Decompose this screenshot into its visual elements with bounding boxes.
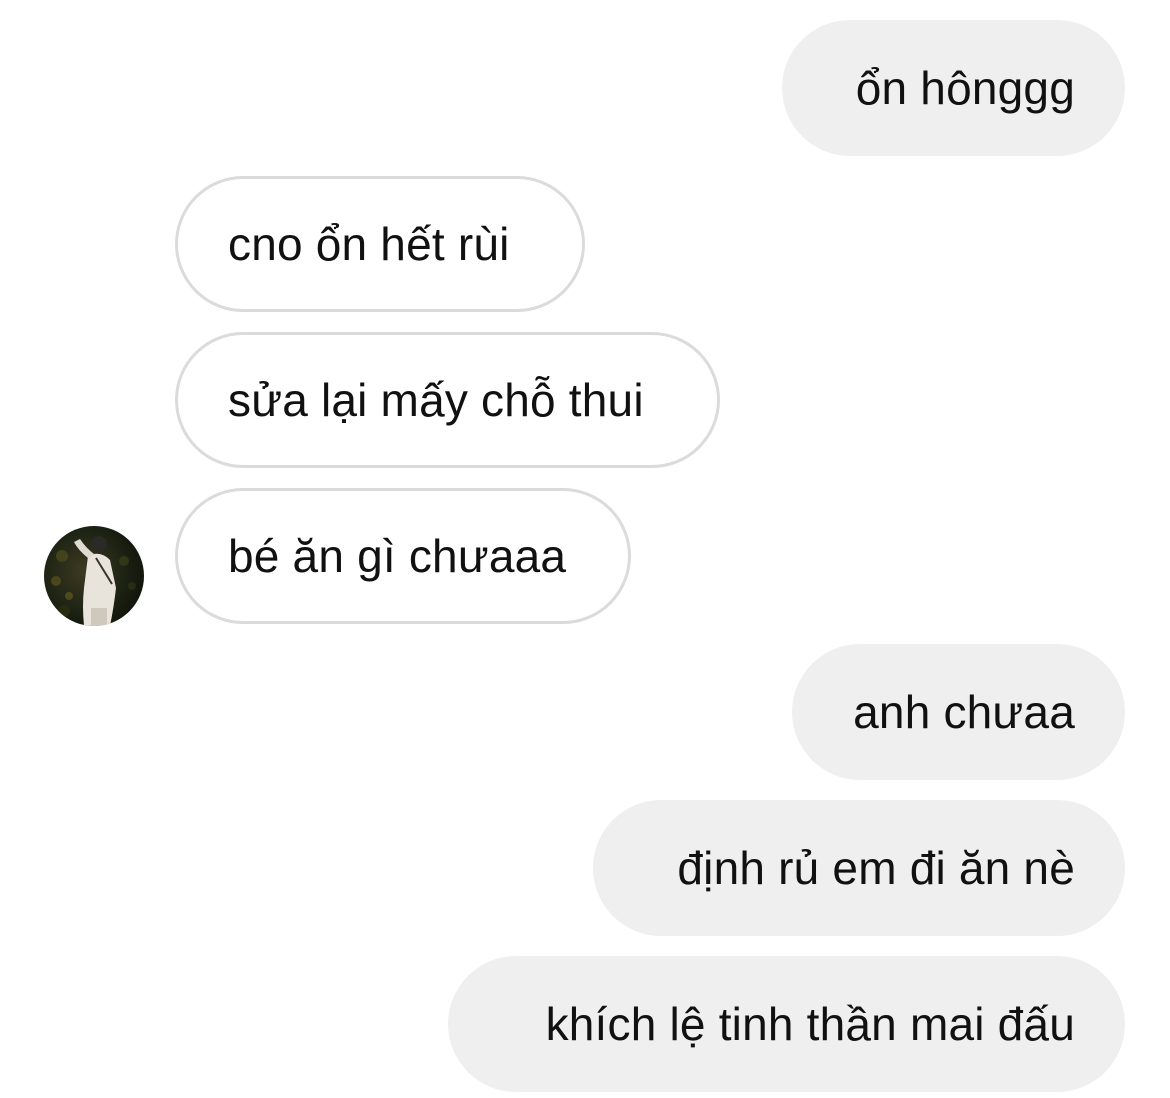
message-text: cno ổn hết rùi [228, 218, 510, 270]
message-text: anh chưaa [853, 686, 1075, 738]
avatar-photo-icon [44, 526, 144, 626]
message-bubble-incoming[interactable]: sửa lại mấy chỗ thui [175, 332, 720, 468]
message-bubble-incoming[interactable]: bé ăn gì chưaaa [175, 488, 631, 624]
message-bubble-outgoing[interactable]: định rủ em đi ăn nè [593, 800, 1125, 936]
message-bubble-outgoing[interactable]: khích lệ tinh thần mai đấu [448, 956, 1125, 1092]
message-bubble-outgoing[interactable]: ổn hônggg [782, 20, 1125, 156]
message-bubble-outgoing[interactable]: anh chưaa [792, 644, 1125, 780]
message-bubble-incoming[interactable]: cno ổn hết rùi [175, 176, 585, 312]
contact-avatar[interactable] [44, 526, 144, 626]
message-text: sửa lại mấy chỗ thui [228, 374, 644, 426]
message-thread: ổn hônggg cno ổn hết rùi sửa lại mấy chỗ… [0, 0, 1170, 1098]
message-text: bé ăn gì chưaaa [228, 530, 567, 582]
message-text: ổn hônggg [855, 62, 1075, 114]
message-text: định rủ em đi ăn nè [677, 842, 1075, 894]
message-text: khích lệ tinh thần mai đấu [545, 998, 1075, 1050]
